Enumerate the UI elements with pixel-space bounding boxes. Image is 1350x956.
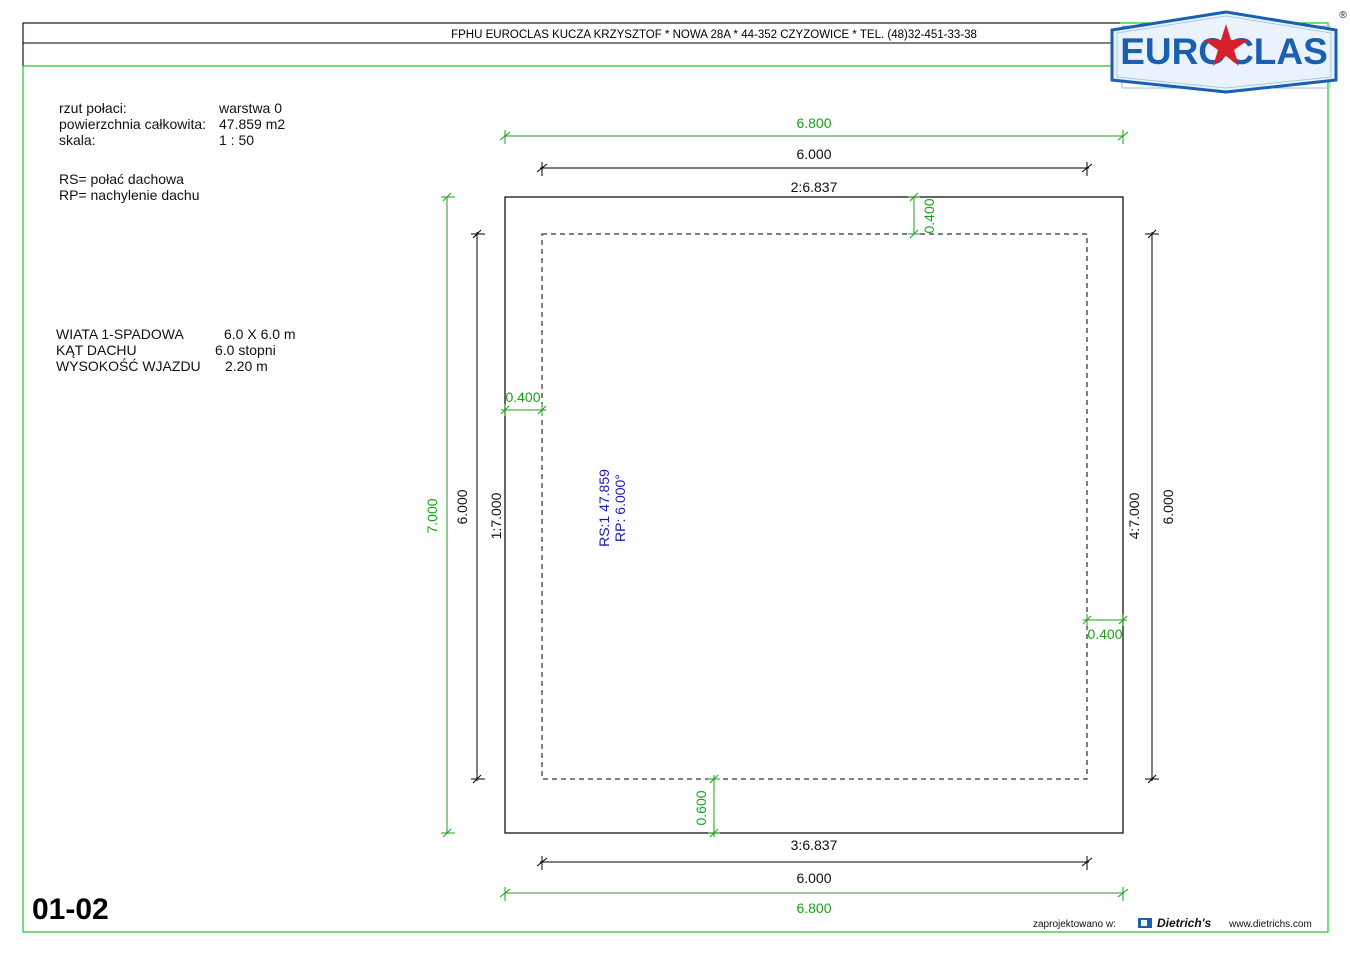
dim-left-inner	[471, 229, 485, 784]
dietrichs-logo-icon	[1138, 918, 1152, 928]
spec-value-0: 6.0 X 6.0 m	[224, 326, 296, 342]
info-value-1: 47.859 m2	[219, 116, 285, 132]
info-label-2: skala:	[59, 132, 96, 148]
info-value-0: warstwa 0	[218, 100, 282, 116]
dim-bottom-outer	[499, 887, 1129, 901]
dim-top-inner-label: 6.000	[796, 146, 831, 162]
spec-label-0: WIATA 1-SPADOWA	[56, 326, 184, 342]
dim-left-inner-label: 6.000	[454, 489, 470, 524]
dim-overhang-right	[1082, 614, 1128, 626]
info-value-2: 1 : 50	[219, 132, 254, 148]
info-label-0: rzut połaci:	[59, 100, 127, 116]
dim-overhang-top-label: 0.400	[921, 198, 937, 233]
info-label-1: powierzchnia całkowita:	[59, 116, 206, 132]
sheet-frame	[22, 22, 1329, 933]
dim-bottom-inner	[536, 856, 1093, 870]
euroclas-logo: EUROCLAS	[1110, 10, 1338, 94]
dim-bottom-outer-label: 6.800	[796, 900, 831, 916]
registered-mark: ®	[1339, 10, 1347, 21]
dim-right-inner-label: 6.000	[1160, 489, 1176, 524]
dim-overhang-top	[908, 192, 920, 239]
dim-overhang-bottom	[708, 774, 720, 838]
legend-rs: RS= połać dachowa	[59, 171, 184, 187]
spec-value-2: 2.20 m	[225, 358, 268, 374]
dim-top-outer	[499, 130, 1129, 144]
dim-overhang-left-label: 0.400	[505, 389, 540, 405]
website: www.dietrichs.com	[1228, 919, 1312, 930]
spec-label-2: WYSOKOŚĆ WJAZDU	[56, 357, 201, 374]
designed-with-label: zaprojektowano w:	[1033, 919, 1116, 930]
dim-overhang-left	[500, 404, 547, 416]
software-name: Dietrich's	[1157, 916, 1212, 930]
spec-label-1: KĄT DACHU	[56, 342, 137, 358]
roof-label-rp: RP: 6.000°	[612, 474, 628, 542]
roof-label-rs: RS:1 47.859	[596, 469, 612, 547]
dim-overhang-bottom-label: 0.600	[693, 790, 709, 825]
dim-left-outer-label: 7.000	[424, 498, 440, 533]
dim-overhang-right-label: 0.400	[1087, 626, 1122, 642]
legend-rp: RP= nachylenie dachu	[59, 187, 200, 203]
edge-left-label: 1:7.000	[488, 492, 504, 539]
edge-right-label: 4:7.000	[1126, 492, 1142, 539]
sheet-number: 01-02	[32, 893, 109, 926]
edge-top-label: 2:6.837	[791, 179, 838, 195]
spec-value-1: 6.0 stopni	[215, 342, 276, 358]
dim-left-outer	[441, 192, 455, 838]
dim-right-inner	[1145, 229, 1159, 784]
edge-bottom-label: 3:6.837	[791, 837, 838, 853]
dim-top-inner	[536, 162, 1093, 176]
dim-top-outer-label: 6.800	[796, 115, 831, 131]
dim-bottom-inner-label: 6.000	[796, 870, 831, 886]
drawing-canvas: FPHU EUROCLAS KUCZA KRZYSZTOF * NOWA 28A…	[22, 10, 1347, 933]
company-line: FPHU EUROCLAS KUCZA KRZYSZTOF * NOWA 28A…	[451, 29, 977, 41]
